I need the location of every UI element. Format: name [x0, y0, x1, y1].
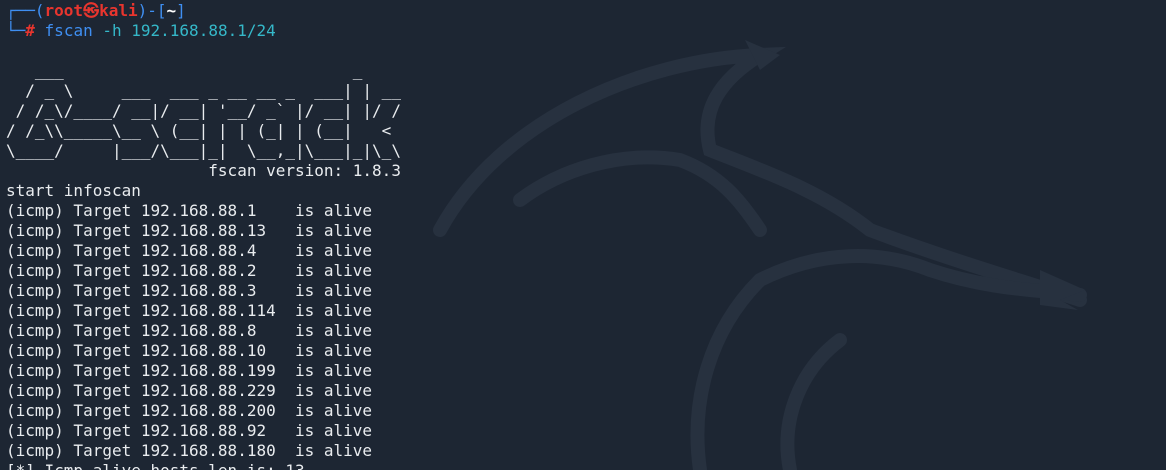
prompt-bracket-open: ┌──(: [6, 1, 45, 20]
target-line: (icmp) Target 192.168.88.8 is alive: [6, 321, 373, 340]
target-line: (icmp) Target 192.168.88.1 is alive: [6, 201, 373, 220]
terminal-output: ┌──(root㉿kali)-[~] └─# fscan -h 192.168.…: [6, 1, 1156, 470]
target-line: (icmp) Target 192.168.88.200 is alive: [6, 401, 373, 420]
target-line: (icmp) Target 192.168.88.229 is alive: [6, 381, 373, 400]
target-line: (icmp) Target 192.168.88.92 is alive: [6, 421, 373, 440]
target-line: (icmp) Target 192.168.88.114 is alive: [6, 301, 373, 320]
prompt-cwd: ~: [166, 1, 177, 20]
start-infoscan: start infoscan: [6, 181, 141, 200]
target-line: (icmp) Target 192.168.88.180 is alive: [6, 441, 373, 460]
prompt-hash: #: [25, 21, 35, 40]
alive-hosts-count-line: [*] Icmp alive hosts len is: 13: [6, 461, 1156, 470]
fscan-ascii-banner: ___ _ / _ \ ___ ___ _ __ __ _ ___| | __ …: [6, 61, 1156, 161]
target-line: (icmp) Target 192.168.88.2 is alive: [6, 261, 373, 280]
banner-line: / _ \ ___ ___ _ __ __ _ ___| | __: [6, 81, 411, 100]
prompt-user: root: [44, 1, 84, 20]
prompt-corner: └─: [6, 21, 26, 40]
prompt-line-2: └─# fscan -h 192.168.88.1/24: [6, 21, 1156, 41]
prompt-at-icon: ㉿: [83, 1, 100, 20]
target-line: (icmp) Target 192.168.88.199 is alive: [6, 361, 373, 380]
prompt-bracket-close: ]: [176, 1, 186, 20]
prompt-line-1: ┌──(root㉿kali)-[~]: [6, 1, 1156, 21]
prompt-bracket-mid: )-[: [137, 1, 167, 20]
banner-line: ___ _: [6, 61, 401, 80]
target-line: (icmp) Target 192.168.88.3 is alive: [6, 281, 373, 300]
banner-line: / /_\\_____\__ \ (__| | | (_| | (__| <: [6, 121, 430, 140]
banner-line: \____/ |___/\___|_| \__,_|\___|_|\_\: [6, 141, 430, 160]
target-line: (icmp) Target 192.168.88.13 is alive: [6, 221, 373, 240]
banner-line: / /_\/____/ __|/ __| '__/ _` |/ __| |/ /: [6, 101, 401, 120]
target-line: (icmp) Target 192.168.88.4 is alive: [6, 241, 373, 260]
command-name: fscan: [44, 21, 93, 40]
command-args: -h 192.168.88.1/24: [102, 21, 276, 40]
target-list: (icmp) Target 192.168.88.1 is alive (icm…: [6, 201, 1156, 461]
prompt-host: kali: [99, 1, 138, 20]
fscan-version: fscan version: 1.8.3: [6, 161, 401, 180]
target-line: (icmp) Target 192.168.88.10 is alive: [6, 341, 373, 360]
